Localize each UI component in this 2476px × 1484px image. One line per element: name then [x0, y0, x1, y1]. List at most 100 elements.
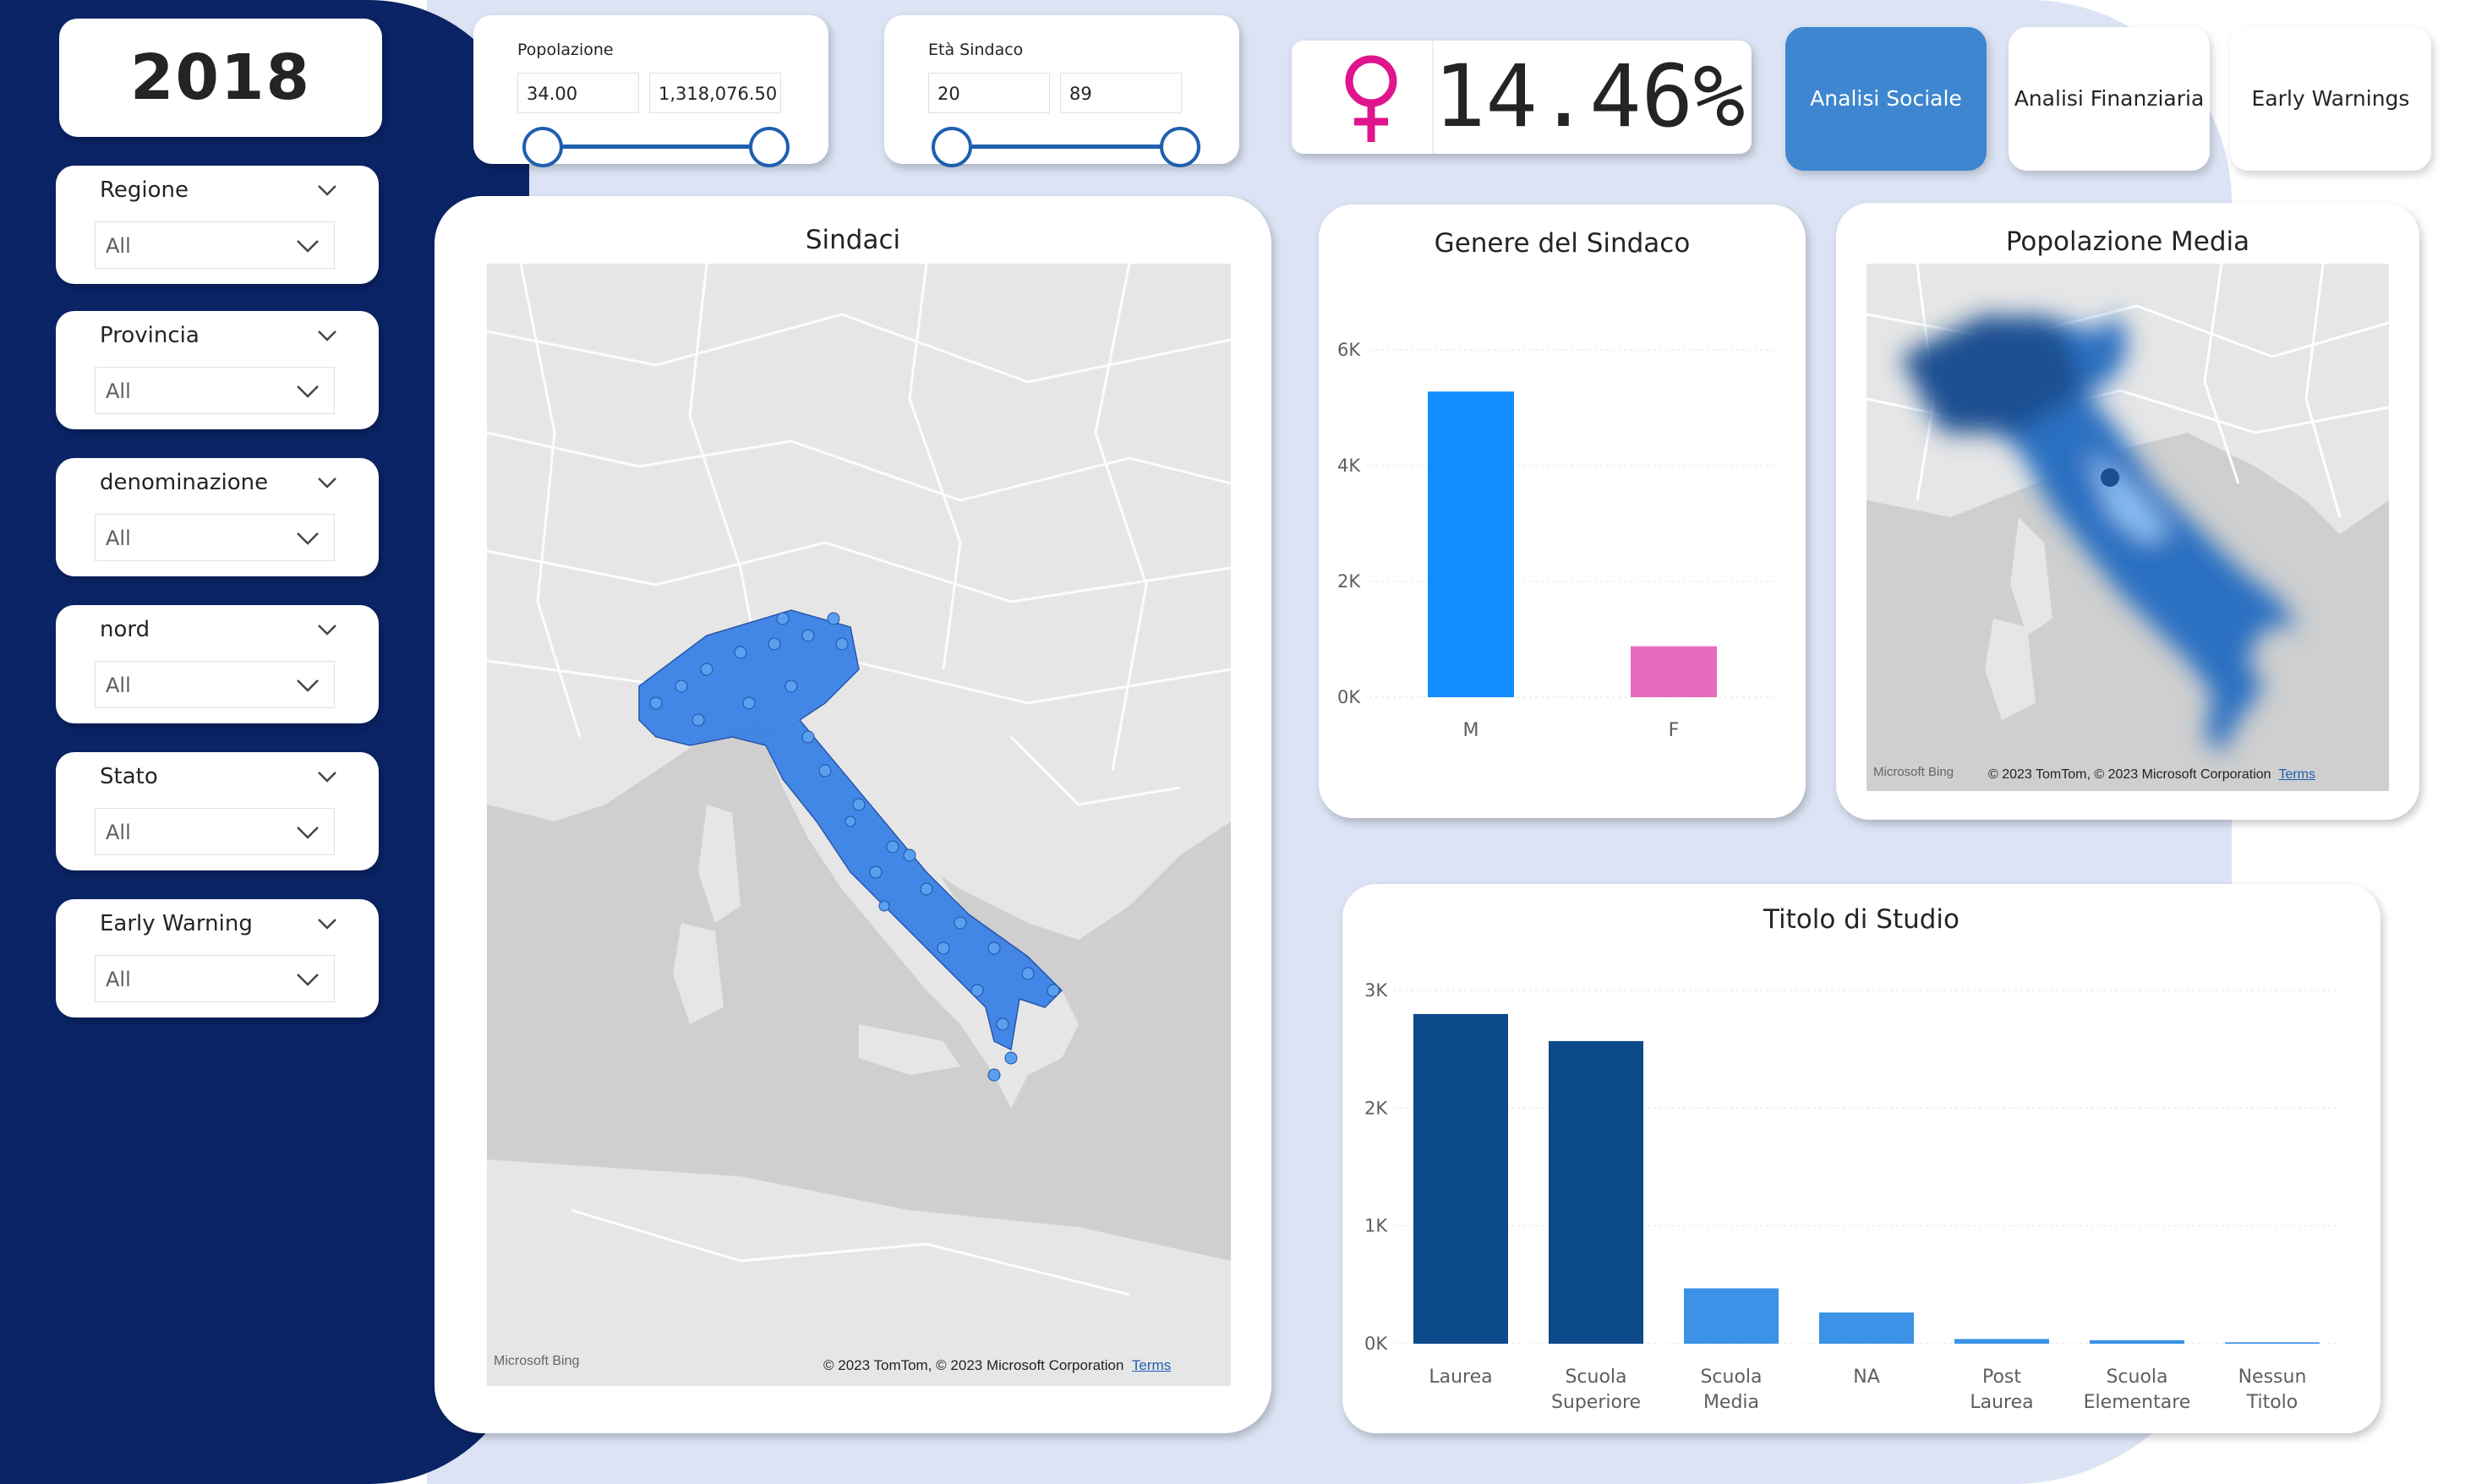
bar[interactable] — [2090, 1339, 2184, 1344]
kpi-value: 14.46% — [1434, 46, 1746, 147]
slicer-regione: Regione All — [56, 166, 379, 284]
range-max-handle[interactable] — [749, 127, 790, 167]
y-tick-label: 2K — [1364, 1098, 1388, 1118]
bar[interactable] — [1413, 1013, 1508, 1344]
y-tick-label: 2K — [1337, 571, 1361, 592]
y-tick-label: 1K — [1364, 1216, 1388, 1236]
range-min-handle[interactable] — [932, 127, 972, 167]
slicer-denominazione: denominazione All — [56, 458, 379, 576]
bing-logo: Microsoft Bing — [1873, 765, 1954, 779]
bar[interactable] — [1684, 1288, 1779, 1344]
x-category-label: Scuola — [1565, 1367, 1626, 1388]
nav-button-analisi-finanziaria[interactable]: Analisi Finanziaria — [2009, 27, 2210, 171]
slicer-early-warning: Early Warning All — [56, 899, 379, 1018]
bing-logo: Microsoft Bing — [494, 1354, 580, 1368]
range-max-input[interactable]: 1,318,076.50 — [649, 73, 781, 113]
x-category-label: Superiore — [1551, 1392, 1641, 1413]
chevron-down-icon[interactable] — [293, 523, 322, 552]
genere-chart-title: Genere del Sindaco — [1434, 228, 1691, 259]
genere-sindaco-chart-card: Genere del Sindaco 0K 2K 4K 6K M F — [1319, 205, 1806, 818]
bar[interactable] — [1954, 1339, 2049, 1344]
range-track — [543, 145, 754, 149]
range-min-input[interactable]: 34.00 — [517, 73, 639, 113]
slicer-provincia: Provincia All — [56, 311, 379, 429]
female-symbol-icon — [1345, 55, 1397, 142]
slicer-selected-value: All — [106, 821, 131, 844]
map-credit: © 2023 TomTom, © 2023 Microsoft Corporat… — [1988, 767, 2315, 783]
x-category-label: Media — [1703, 1392, 1759, 1413]
range-min-input[interactable]: 20 — [928, 73, 1050, 113]
popolazione-map[interactable]: Microsoft Bing © 2023 TomTom, © 2023 Mic… — [1867, 264, 2389, 791]
x-category-label: M — [1463, 720, 1479, 741]
x-category-label: Elementare — [2084, 1392, 2191, 1413]
sindaci-map-canvas[interactable] — [487, 264, 1231, 1386]
chevron-down-icon[interactable] — [293, 817, 322, 846]
slicer-title: denominazione — [100, 470, 269, 495]
x-category-label: NA — [1853, 1367, 1880, 1388]
chevron-down-icon[interactable] — [293, 964, 322, 993]
slicer-selected-value: All — [106, 526, 131, 550]
chevron-down-icon[interactable] — [314, 177, 340, 203]
bar[interactable] — [1631, 646, 1717, 697]
chevron-down-icon[interactable] — [293, 376, 322, 405]
range-min-handle[interactable] — [522, 127, 563, 167]
nav-button-analisi-sociale[interactable]: Analisi Sociale — [1785, 27, 1987, 171]
range-max-input[interactable]: 89 — [1060, 73, 1182, 113]
popolazione-map-canvas[interactable] — [1867, 264, 2389, 791]
y-tick-label: 6K — [1337, 340, 1361, 360]
slicer-nord: nord All — [56, 605, 379, 723]
sindaci-map[interactable]: Microsoft Bing © 2023 TomTom, © 2023 Mic… — [487, 264, 1231, 1386]
y-tick-label: 0K — [1337, 687, 1361, 707]
slicer-selected-value: All — [106, 234, 131, 258]
map-credit: © 2023 TomTom, © 2023 Microsoft Corporat… — [823, 1357, 1171, 1374]
female-mayor-kpi-card: 14.46% — [1292, 41, 1752, 154]
slicer-dropdown[interactable]: All — [95, 808, 335, 855]
slicer-selected-value: All — [106, 968, 131, 991]
x-category-label: Laurea — [1429, 1367, 1492, 1388]
year-value: 2018 — [130, 41, 311, 114]
slicer-dropdown[interactable]: All — [95, 661, 335, 708]
map-credit-text: © 2023 TomTom, © 2023 Microsoft Corporat… — [1988, 767, 2271, 782]
x-category-label: Nessun — [2238, 1367, 2307, 1388]
titolo-chart: 0K 1K 2K 3K Laurea Scuola Superiore Scuola Media… — [1364, 980, 2340, 1413]
slicer-title: Regione — [100, 177, 189, 203]
chevron-down-icon[interactable] — [314, 617, 340, 642]
chevron-down-icon[interactable] — [314, 323, 340, 348]
slicer-stato: Stato All — [56, 752, 379, 870]
map-terms-link[interactable]: Terms — [1132, 1357, 1171, 1373]
slicer-selected-value: All — [106, 379, 131, 403]
bar[interactable] — [1428, 391, 1514, 697]
genere-chart: 0K 2K 4K 6K M F — [1337, 340, 1775, 741]
chevron-down-icon[interactable] — [314, 911, 340, 936]
chevron-down-icon[interactable] — [314, 470, 340, 495]
bar[interactable] — [1819, 1312, 1914, 1344]
slicer-dropdown[interactable]: All — [95, 514, 335, 561]
popolazione-media-map-card: Popolazione Media Microsoft Bing © 2023 … — [1836, 203, 2419, 820]
range-slicer-title: Età Sindaco — [928, 41, 1024, 59]
nav-button-early-warnings[interactable]: Early Warnings — [2230, 27, 2431, 171]
y-tick-label: 0K — [1364, 1334, 1388, 1354]
chevron-down-icon[interactable] — [293, 670, 322, 699]
slicer-dropdown[interactable]: All — [95, 955, 335, 1002]
chevron-down-icon[interactable] — [293, 231, 322, 259]
chevron-down-icon[interactable] — [314, 764, 340, 789]
range-slicer-popolazione: Popolazione 34.00 1,318,076.50 — [473, 15, 828, 167]
slicer-selected-value: All — [106, 674, 131, 697]
map-terms-link[interactable]: Terms — [2278, 767, 2315, 782]
x-category-label: Post — [1982, 1367, 2021, 1388]
sindaci-map-card: Sindaci Microsoft Bing © 2023 TomTom, © … — [435, 196, 1271, 1433]
slicer-dropdown[interactable]: All — [95, 221, 335, 269]
popolazione-map-title: Popolazione Media — [2005, 226, 2250, 257]
slicer-dropdown[interactable]: All — [95, 367, 335, 414]
slicer-title: Early Warning — [100, 911, 253, 936]
range-max-handle[interactable] — [1160, 127, 1200, 167]
bar[interactable] — [1549, 1040, 1643, 1344]
year-card: 2018 — [59, 19, 382, 137]
x-category-label: Laurea — [1970, 1392, 2033, 1413]
slicer-title: nord — [100, 617, 150, 642]
bar[interactable] — [2225, 1342, 2320, 1344]
range-slicer-title: Popolazione — [517, 41, 614, 59]
y-tick-label: 3K — [1364, 980, 1388, 1001]
slicer-title: Provincia — [100, 323, 200, 348]
map-credit-text: © 2023 TomTom, © 2023 Microsoft Corporat… — [823, 1357, 1124, 1373]
